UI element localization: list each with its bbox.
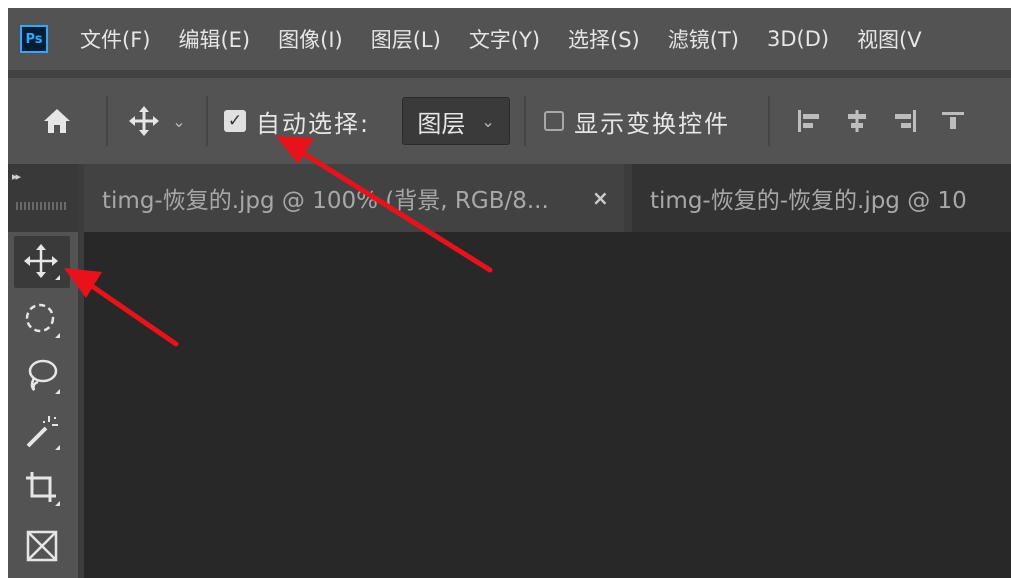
toolbar-header[interactable]: ▸▸ xyxy=(8,164,78,232)
magic-wand-tool-button[interactable] xyxy=(14,406,70,458)
align-buttons xyxy=(796,108,966,134)
options-divider xyxy=(206,96,208,146)
menu-edit[interactable]: 编辑(E) xyxy=(178,24,250,54)
align-horizontal-center-icon[interactable] xyxy=(844,108,870,134)
document-tab-active[interactable]: timg-恢复的.jpg @ 100% (背景, RGB/8... × xyxy=(84,164,624,232)
grip-handle-icon[interactable] xyxy=(16,202,66,210)
tools-panel xyxy=(8,232,78,578)
tab-title: timg-恢复的.jpg @ 100% (背景, RGB/8... xyxy=(102,188,549,214)
move-icon xyxy=(129,106,160,136)
elliptical-marquee-icon xyxy=(25,303,60,338)
crop-icon xyxy=(26,472,60,506)
double-chevron-right-icon[interactable]: ▸▸ xyxy=(12,170,21,183)
show-transform-controls-option[interactable]: 显示变换控件 xyxy=(544,104,730,139)
menu-view[interactable]: 视图(V xyxy=(857,24,922,54)
auto-select-checkbox[interactable]: ✓ xyxy=(224,110,246,132)
dropdown-value: 图层 xyxy=(417,109,466,138)
menu-type[interactable]: 文字(Y) xyxy=(469,24,540,54)
menu-select[interactable]: 选择(S) xyxy=(568,24,640,54)
auto-select-target-dropdown[interactable]: 图层 ⌄ xyxy=(402,97,511,145)
menu-bar-divider xyxy=(8,70,1011,78)
move-tool-button[interactable] xyxy=(14,236,70,288)
align-left-icon[interactable] xyxy=(796,108,822,134)
move-icon xyxy=(24,244,60,280)
menu-image[interactable]: 图像(I) xyxy=(278,24,343,54)
menu-3d[interactable]: 3D(D) xyxy=(767,27,829,51)
chevron-down-icon: ⌄ xyxy=(172,111,186,131)
close-icon[interactable]: × xyxy=(592,186,609,210)
options-divider xyxy=(524,96,527,146)
frame-tool-button[interactable] xyxy=(14,520,70,572)
auto-select-label: 自动选择: xyxy=(256,109,371,138)
menu-file[interactable]: 文件(F) xyxy=(80,24,150,54)
show-transform-controls-label: 显示变换控件 xyxy=(574,109,731,138)
align-extra-icon[interactable] xyxy=(940,108,966,134)
move-tool-preset-button[interactable]: ⌄ xyxy=(108,78,206,164)
lasso-tool-button[interactable] xyxy=(14,350,70,402)
frame-icon xyxy=(26,530,58,562)
home-button[interactable] xyxy=(8,78,106,164)
magic-wand-icon xyxy=(26,416,60,450)
tab-title: timg-恢复的-恢复的.jpg @ 10 xyxy=(650,188,967,214)
chevron-down-icon: ⌄ xyxy=(481,111,495,131)
menu-filter[interactable]: 滤镜(T) xyxy=(668,24,739,54)
photoshop-window: Ps 文件(F) 编辑(E) 图像(I) 图层(L) 文字(Y) 选择(S) 滤… xyxy=(8,8,1011,578)
lasso-icon xyxy=(28,359,60,394)
home-icon xyxy=(44,109,70,133)
options-bar: ⌄ ✓ 自动选择: 图层 ⌄ 显示变换控件 xyxy=(8,78,1011,164)
elliptical-marquee-tool-button[interactable] xyxy=(14,294,70,346)
auto-select-option[interactable]: ✓ 自动选择: xyxy=(224,104,370,139)
options-divider xyxy=(768,96,771,146)
document-tab[interactable]: timg-恢复的-恢复的.jpg @ 10 xyxy=(632,164,1011,232)
photoshop-logo-icon: Ps xyxy=(20,25,48,53)
crop-tool-button[interactable] xyxy=(14,462,70,514)
menu-bar: Ps 文件(F) 编辑(E) 图像(I) 图层(L) 文字(Y) 选择(S) 滤… xyxy=(8,8,1011,70)
align-right-icon[interactable] xyxy=(892,108,918,134)
show-transform-controls-checkbox[interactable] xyxy=(544,111,565,131)
document-canvas[interactable] xyxy=(84,232,1011,578)
menu-layer[interactable]: 图层(L) xyxy=(371,24,441,54)
